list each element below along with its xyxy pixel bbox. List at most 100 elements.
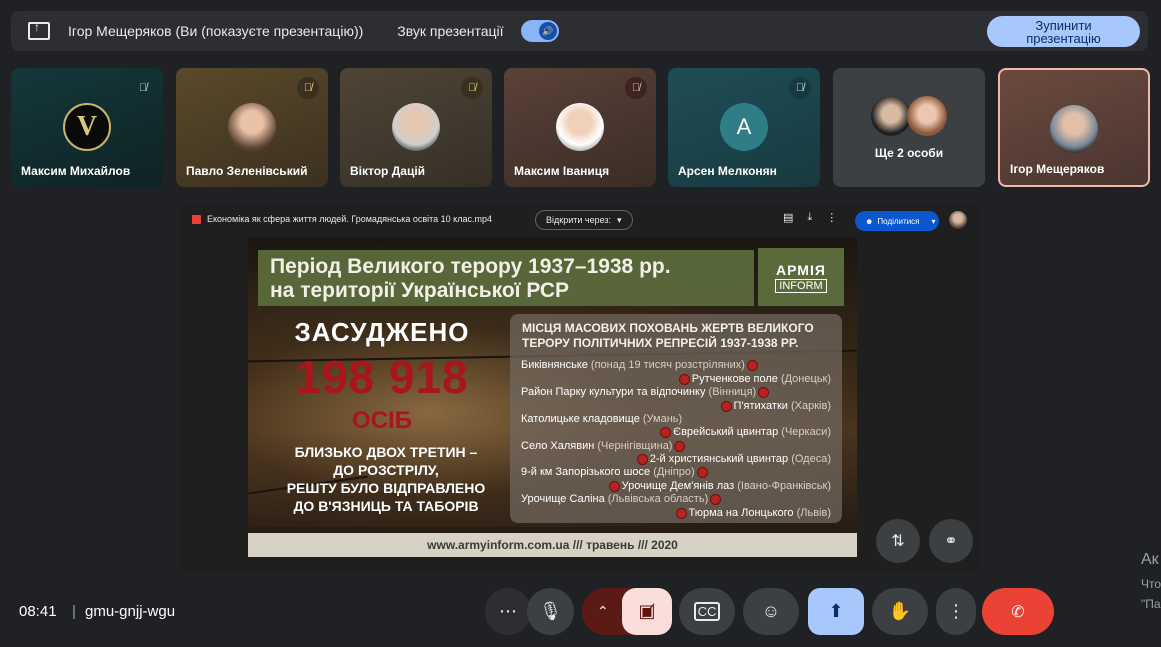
separator: | [72,603,76,620]
places-title-line: ТЕРОРУ ПОЛІТИЧНИХ РЕПРЕСІЙ 1937-1938 РР. [522,336,799,350]
present-now-button[interactable]: ⬆ [808,588,864,635]
side-text: Что [1141,577,1161,591]
burial-places-title: МІСЦЯ МАСОВИХ ПОХОВАНЬ ЖЕРТВ ВЕЛИКОГО ТЕ… [522,321,842,351]
avatar [556,103,604,151]
person-add-icon: ☻ [865,216,874,226]
leave-call-button[interactable]: ✆ [982,588,1054,635]
drive-actions: ▤ ⤓ ⋮ [783,211,837,224]
microphone-button[interactable]: 🎙 [527,588,574,635]
location-pin-icon [679,374,689,384]
participant-name: Віктор Дацій [350,164,426,178]
account-avatar[interactable] [949,211,967,229]
places-title-line: МІСЦЯ МАСОВИХ ПОХОВАНЬ ЖЕРТВ ВЕЛИКОГО [522,321,814,335]
call-end-icon: ✆ [1011,603,1025,621]
burial-place: Село Халявин (Чернігівщина) [521,440,687,452]
chevron-down-icon: ▾ [617,214,622,225]
download-icon[interactable]: ⤓ [807,211,812,224]
raise-hand-button[interactable]: ✋ [872,588,928,635]
file-name: Економіка як сфера життя людей. Громадян… [207,214,492,224]
description-line: ДО В'ЯЗНИЦЬ ТА ТАБОРІВ [293,498,479,514]
videocam-off-icon: ▣̸ [638,601,656,621]
presentation-slide: Період Великого терору 1937–1938 рр. на … [248,237,857,557]
more-options-button[interactable]: ⋮ [936,588,976,635]
participant-tile[interactable]: 🎙̸ A Арсен Мелконян [668,68,820,187]
meeting-time: 08:41 [19,603,57,620]
burial-place: Єврейський цвинтар (Черкаси) [658,426,831,438]
slide-title-line: Період Великого терору 1937–1938 рр. [270,255,671,278]
location-pin-icon [637,454,647,464]
hand-icon: ✋ [888,601,912,621]
meeting-code: gmu-gnjj-wgu [85,603,176,620]
avatar [871,96,911,136]
burial-place: П'ятихатки (Харків) [719,400,831,412]
location-pin-icon [711,494,721,504]
share-screen-button[interactable]: ⚭ [929,519,973,563]
slide-title: Період Великого терору 1937–1938 рр. на … [270,255,671,303]
chevron-up-icon[interactable]: ⌃ [597,603,609,620]
logo-text: АРМІЯ [776,261,826,278]
burial-place: 9-й км Запорізького шосе (Дніпро) [521,466,710,478]
participant-tile[interactable]: 🎙̸ Віктор Дацій [340,68,492,187]
burial-place: Тюрма на Лонцького (Львів) [674,507,831,519]
more-participants-tile[interactable]: Ще 2 особи [833,68,985,187]
participant-tile[interactable]: 🎙̸ Максим Іваниця [504,68,656,187]
participant-strip: 🎙̸ V Максим Михайлов 🎙̸ Павло Зеленівськ… [11,68,1151,187]
mic-off-icon: 🎙̸ [461,77,483,99]
participant-name: Павло Зеленівський [186,164,308,178]
description-line: БЛИЗЬКО ДВОХ ТРЕТИН – [294,444,478,460]
location-pin-icon [661,427,671,437]
self-tile[interactable]: Ігор Мещеряков [998,68,1150,187]
chevron-down-icon: ▾ [931,216,936,226]
mic-off-icon: 🎙̸ [297,77,319,99]
mic-off-icon: 🎙̸ [789,77,811,99]
avatar [392,103,440,151]
avatar [907,96,947,136]
side-text: Ак [1141,551,1159,568]
presentation-stage: Економіка як сфера життя людей. Громадян… [179,203,981,572]
location-pin-icon [759,387,769,397]
open-with-label: Відкрити через: [546,215,612,225]
burial-place: Католицьке кладовище (Умань) [521,413,683,425]
present-screen-icon [28,20,50,40]
more-vert-icon[interactable]: ⋮ [826,211,837,224]
mic-icon: 🎙 [539,601,562,621]
mic-off-icon: 🎙̸ [625,77,647,99]
burial-place: Рутченкове поле (Донецьк) [677,373,831,385]
logo-text: INFORM [775,278,827,293]
burial-place: Урочище Дем'янів лаз (Івано-Франківськ) [607,480,831,492]
share-button[interactable]: ☻ Поділитися ▾ [855,211,939,231]
share-label: Поділитися [877,216,920,226]
location-pin-icon [747,360,757,370]
presentation-sound-label: Звук презентації [397,23,504,39]
participant-name: Ігор Мещеряков [1010,162,1105,176]
convicted-number: 198 918 [295,351,469,403]
comment-icon[interactable]: ▤ [783,211,793,224]
location-pin-icon [721,401,731,411]
captions-button[interactable]: CC [679,588,735,635]
avatar [1050,105,1098,153]
location-pin-icon [609,481,619,491]
swap-layout-button[interactable]: ⇅ [876,519,920,563]
emoji-icon: ☺ [761,601,781,621]
presentation-sound-toggle[interactable]: 🔊 [520,20,559,42]
participant-tile[interactable]: 🎙̸ Павло Зеленівський [176,68,328,187]
open-with-button[interactable]: Відкрити через: ▾ [535,210,633,230]
location-pin-icon [676,508,686,518]
more-participants-label: Ще 2 особи [874,146,944,160]
location-pin-icon [697,467,707,477]
side-text: "Па [1141,597,1161,611]
participant-tile[interactable]: 🎙̸ V Максим Михайлов [11,68,163,187]
more-horiz-icon: ⋯ [499,601,517,621]
reactions-button[interactable]: ☺ [743,588,799,635]
burial-place: Район Парку культури та відпочинку (Вінн… [521,386,771,398]
location-pin-icon [675,441,685,451]
presentation-banner: Ігор Мещеряков (Ви (показуєте презентаці… [11,11,1148,51]
swap-vert-icon: ⇅ [891,533,905,550]
persons-label: ОСІБ [352,407,412,434]
stop-presenting-button[interactable]: Зупинити презентацію [987,16,1140,47]
share-icon: ⚭ [944,533,958,550]
description-line: РЕШТУ БУЛО ВІДПРАВЛЕНО [286,480,486,496]
camera-off-button[interactable]: ▣̸ [622,588,672,635]
more-options-left-button[interactable]: ⋯ [485,588,531,635]
participant-name: Арсен Мелконян [678,164,777,178]
